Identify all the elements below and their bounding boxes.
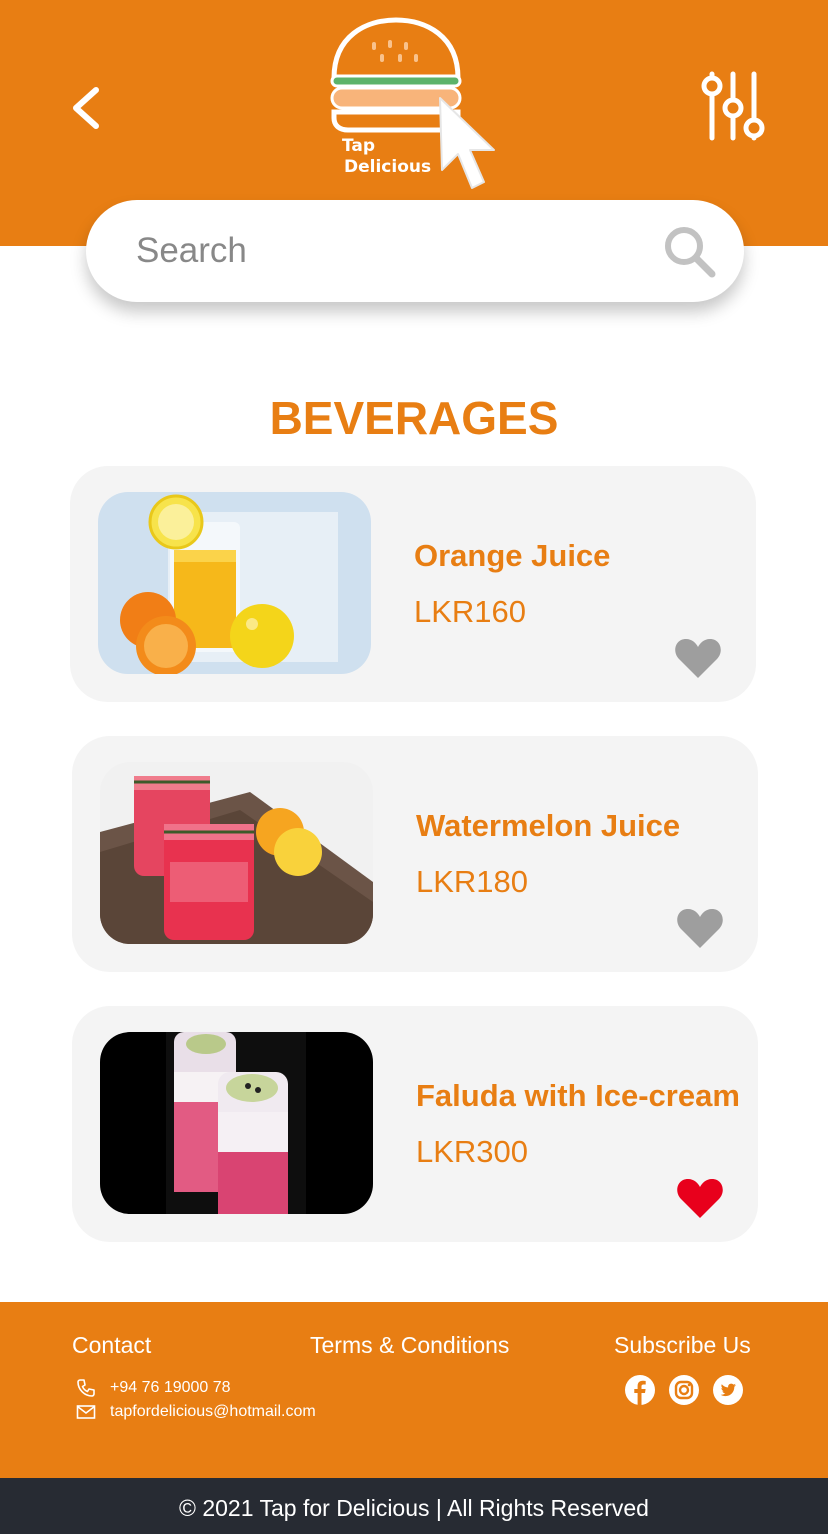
search-icon[interactable] [662, 224, 718, 280]
back-chevron-icon[interactable] [66, 80, 116, 136]
mail-icon [76, 1405, 96, 1419]
copyright-bar: © 2021 Tap for Delicious | All Rights Re… [0, 1478, 828, 1534]
social-links [624, 1374, 744, 1406]
orange-juice-photo [98, 492, 371, 674]
phone-row[interactable]: +94 76 19000 78 [76, 1378, 231, 1398]
product-price: LKR300 [416, 1134, 529, 1169]
product-card-watermelon-juice[interactable]: Watermelon Juice LKR180 [72, 736, 758, 972]
faluda-photo [100, 1032, 373, 1214]
product-name: Faluda with Ice-cream [416, 1078, 740, 1113]
product-card-orange-juice[interactable]: Orange Juice LKR160 [70, 466, 756, 702]
contact-title: Contact [72, 1332, 152, 1358]
phone-number: +94 76 19000 78 [110, 1379, 231, 1396]
facebook-icon[interactable] [624, 1374, 656, 1406]
site-footer: Contact Terms & Conditions Subscribe Us … [0, 1302, 828, 1478]
twitter-icon[interactable] [712, 1374, 744, 1406]
email-row[interactable]: tapfordelicious@hotmail.com [76, 1402, 316, 1422]
product-name: Watermelon Juice [416, 808, 681, 843]
watermelon-juice-photo [100, 762, 373, 944]
product-price: LKR160 [414, 594, 527, 629]
subscribe-title: Subscribe Us [614, 1332, 751, 1358]
product-price: LKR180 [416, 864, 529, 899]
search-input[interactable] [136, 222, 636, 280]
favorite-heart-icon[interactable] [676, 1176, 724, 1220]
section-title: BEVERAGES [269, 392, 559, 444]
sliders-filter-icon[interactable] [700, 70, 766, 142]
favorite-heart-icon[interactable] [674, 636, 722, 680]
product-card-faluda[interactable]: Faluda with Ice-cream LKR300 [72, 1006, 758, 1242]
terms-link[interactable]: Terms & Conditions [310, 1330, 509, 1360]
instagram-icon[interactable] [668, 1374, 700, 1406]
favorite-heart-icon[interactable] [676, 906, 724, 950]
email-address: tapfordelicious@hotmail.com [110, 1403, 316, 1420]
search-bar [86, 200, 744, 302]
product-name: Orange Juice [414, 538, 611, 573]
logo-text-tap: Tap [342, 136, 376, 156]
phone-icon [77, 1379, 95, 1397]
logo-text-delicious: Delicious [344, 157, 432, 177]
